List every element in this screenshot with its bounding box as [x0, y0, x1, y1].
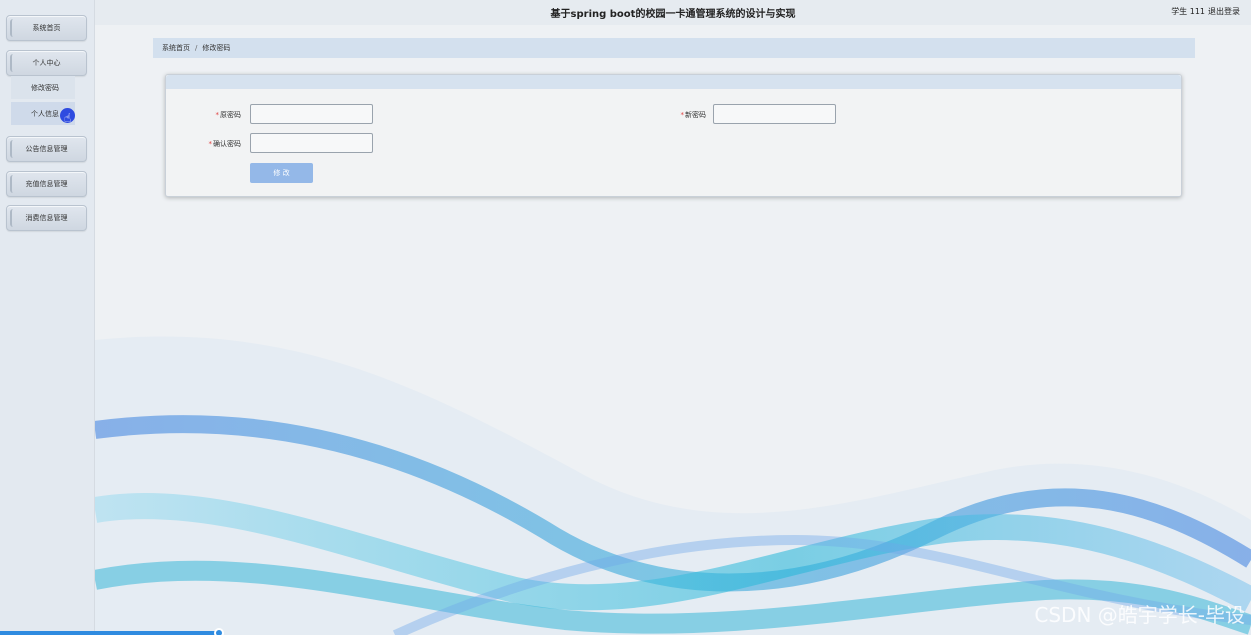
app-title: 基于spring boot的校园一卡通管理系统的设计与实现: [550, 9, 796, 20]
new-password-label: *新密码: [671, 110, 707, 120]
background-waves: [95, 336, 1251, 635]
submenu-item-change-password[interactable]: 修改密码: [11, 76, 75, 99]
sidebar-item-label: 系统首页: [32, 24, 61, 32]
old-password-label: *原密码: [206, 110, 242, 120]
save-button[interactable]: 修 改: [250, 163, 313, 183]
confirm-password-label: *确认密码: [196, 139, 242, 149]
menu-tab-decoration: [10, 209, 18, 227]
new-password-input[interactable]: [713, 104, 836, 124]
current-user: 学生 111: [1171, 7, 1205, 16]
top-header: 基于spring boot的校园一卡通管理系统的设计与实现 学生 111 退出登…: [95, 0, 1251, 25]
new-password-label-text: 新密码: [685, 111, 706, 119]
required-mark: *: [215, 111, 220, 119]
card-header: [166, 75, 1181, 89]
sidebar-item-personal-center[interactable]: 个人中心: [6, 50, 87, 76]
menu-tab-decoration: [10, 140, 18, 158]
submenu-item-label: 个人信息: [31, 109, 59, 118]
breadcrumb-home[interactable]: 系统首页: [162, 43, 190, 53]
sidebar-item-consumption-management[interactable]: 消费信息管理: [6, 205, 87, 231]
video-progress-knob[interactable]: [213, 628, 224, 635]
video-progress-fill: [0, 631, 219, 635]
video-progress-bar[interactable]: [0, 628, 1251, 635]
confirm-password-input[interactable]: [250, 133, 373, 153]
sidebar-item-notice-management[interactable]: 公告信息管理: [6, 136, 87, 162]
watermark: CSDN @皓宇学长-毕设: [1034, 603, 1245, 627]
sidebar-item-label: 消费信息管理: [25, 214, 68, 222]
breadcrumb-current: 修改密码: [202, 44, 231, 52]
breadcrumb-separator: /: [195, 44, 198, 52]
sidebar-item-label: 个人中心: [32, 59, 61, 67]
sidebar-item-label: 公告信息管理: [25, 145, 68, 153]
sidebar: 系统首页 个人中心 修改密码 个人信息 ☝ 公告信息管理 充值信息管理 消费信息…: [0, 0, 95, 635]
breadcrumb: 系统首页 / 修改密码: [153, 38, 1195, 58]
old-password-input[interactable]: [250, 104, 373, 124]
submenu-item-label: 修改密码: [31, 83, 59, 92]
menu-tab-decoration: [10, 54, 18, 72]
old-password-label-text: 原密码: [220, 111, 241, 119]
confirm-password-label-text: 确认密码: [213, 140, 241, 148]
logout-link[interactable]: 退出登录: [1208, 6, 1240, 17]
menu-tab-decoration: [10, 175, 18, 193]
required-mark: *: [680, 111, 685, 119]
change-password-form: *原密码 *新密码 *确认密码 修 改: [165, 74, 1182, 197]
sidebar-item-label: 充值信息管理: [25, 180, 68, 188]
menu-tab-decoration: [10, 19, 18, 37]
pointer-cursor-icon: ☝: [64, 111, 72, 125]
sidebar-item-recharge-management[interactable]: 充值信息管理: [6, 171, 87, 197]
required-mark: *: [208, 140, 213, 148]
sidebar-item-home[interactable]: 系统首页: [6, 15, 87, 41]
